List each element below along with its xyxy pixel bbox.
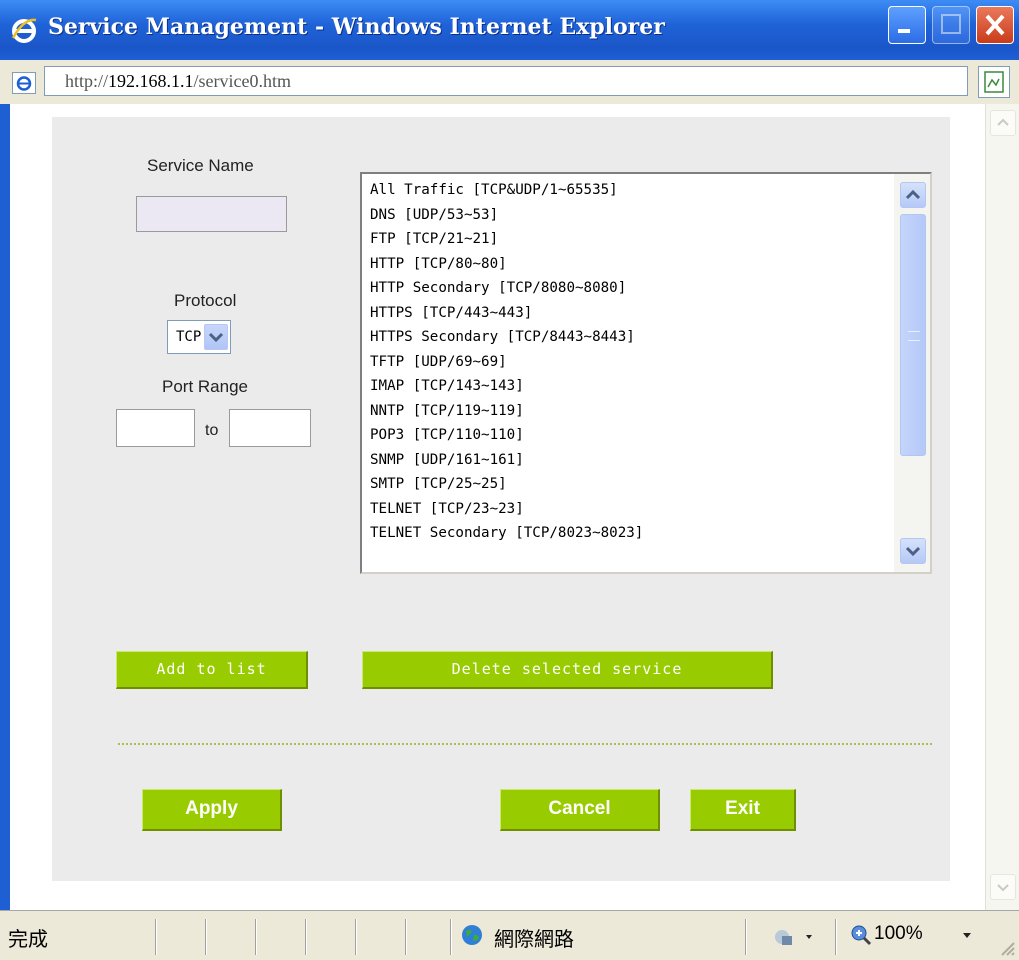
minimize-icon [898, 29, 910, 33]
zoom-level[interactable]: 100% [874, 923, 923, 945]
service-list-item[interactable]: HTTPS Secondary [TCP/8443~8443] [370, 325, 643, 350]
port-to-label: to [205, 422, 219, 439]
status-separator [255, 919, 257, 955]
service-list-item[interactable]: HTTPS [TCP/443~443] [370, 301, 643, 326]
status-separator [355, 919, 357, 955]
ie-logo-icon [11, 18, 37, 43]
service-name-input[interactable] [136, 196, 287, 232]
service-list-item[interactable]: TELNET Secondary [TCP/8023~8023] [370, 521, 643, 546]
status-separator [835, 919, 837, 955]
scroll-up-button[interactable] [900, 182, 926, 208]
status-separator [205, 919, 207, 955]
service-list-item[interactable]: SNMP [UDP/161~161] [370, 448, 643, 473]
protocol-label: Protocol [174, 291, 237, 310]
status-bar: 完成 網際網路 100% [0, 910, 1019, 960]
service-list-item[interactable]: FTP [TCP/21~21] [370, 227, 643, 252]
compatibility-view-button[interactable] [978, 66, 1010, 98]
status-separator [305, 919, 307, 955]
page-icon [984, 71, 1004, 93]
close-icon [985, 14, 1005, 36]
chevron-up-icon [905, 189, 921, 200]
grip-icon [908, 331, 920, 341]
cancel-button[interactable]: Cancel [500, 789, 660, 831]
status-separator [405, 919, 407, 955]
listbox-scrollbar[interactable] [894, 174, 930, 572]
close-button[interactable] [976, 6, 1014, 44]
page-scroll-up-button[interactable] [990, 110, 1016, 136]
protocol-value: TCP [176, 329, 202, 345]
minimize-button[interactable] [888, 6, 926, 44]
chevron-down-icon[interactable] [204, 324, 228, 350]
page-scrollbar[interactable] [985, 104, 1019, 910]
maximize-icon [941, 14, 961, 34]
window-title: Service Management - Windows Internet Ex… [48, 14, 665, 40]
zoom-icon [851, 925, 872, 946]
status-separator [745, 919, 747, 955]
service-list: All Traffic [TCP&UDP/1~65535] DNS [UDP/53… [370, 178, 643, 546]
protected-mode-button[interactable] [770, 925, 826, 949]
service-list-item[interactable]: SMTP [TCP/25~25] [370, 472, 643, 497]
chevron-up-icon [997, 118, 1009, 126]
add-to-list-button[interactable]: Add to list [116, 651, 308, 689]
security-zone: 網際網路 [494, 929, 574, 951]
title-bar: Service Management - Windows Internet Ex… [0, 0, 1019, 61]
scroll-down-button[interactable] [900, 538, 926, 564]
url-field[interactable]: http://192.168.1.1/service0.htm [44, 66, 968, 96]
status-separator [450, 919, 452, 955]
port-to-input[interactable] [229, 409, 311, 447]
service-listbox[interactable]: All Traffic [TCP&UDP/1~65535] DNS [UDP/53… [360, 172, 932, 574]
status-text: 完成 [8, 929, 48, 951]
port-range-label: Port Range [162, 377, 248, 396]
service-list-item[interactable]: POP3 [TCP/110~110] [370, 423, 643, 448]
service-list-item[interactable]: DNS [UDP/53~53] [370, 203, 643, 228]
service-list-item[interactable]: All Traffic [TCP&UDP/1~65535] [370, 178, 643, 203]
exit-button[interactable]: Exit [690, 789, 796, 831]
page-content: Service Name Protocol TCP Port Range to … [10, 104, 985, 910]
lock-globe-icon [775, 930, 812, 945]
globe-icon [462, 925, 482, 945]
resize-grip-icon[interactable] [996, 937, 1016, 957]
status-separator [155, 919, 157, 955]
address-bar: http://192.168.1.1/service0.htm [0, 60, 1019, 105]
page-scroll-down-button[interactable] [990, 874, 1016, 900]
apply-button[interactable]: Apply [142, 789, 282, 831]
service-list-item[interactable]: TFTP [UDP/69~69] [370, 350, 643, 375]
delete-selected-service-button[interactable]: Delete selected service [362, 651, 773, 689]
window-frame [0, 104, 10, 910]
chevron-down-icon [997, 884, 1009, 892]
scroll-thumb[interactable] [900, 214, 926, 456]
service-list-item[interactable]: NNTP [TCP/119~119] [370, 399, 643, 424]
service-list-item[interactable]: HTTP [TCP/80~80] [370, 252, 643, 277]
service-name-label: Service Name [147, 156, 254, 175]
service-list-item[interactable]: TELNET [TCP/23~23] [370, 497, 643, 522]
service-list-item[interactable]: IMAP [TCP/143~143] [370, 374, 643, 399]
port-from-input[interactable] [116, 409, 195, 447]
chevron-down-icon[interactable] [960, 929, 974, 941]
ie-page-icon [12, 72, 36, 94]
maximize-button[interactable] [932, 6, 970, 44]
divider [118, 743, 932, 745]
chevron-down-icon [905, 546, 921, 557]
protocol-select[interactable]: TCP [167, 320, 231, 354]
url-prefix: http:// [65, 71, 109, 91]
url-host: 192.168.1.1 [108, 71, 194, 91]
service-list-item[interactable]: HTTP Secondary [TCP/8080~8080] [370, 276, 643, 301]
url-path: /service0.htm [193, 71, 291, 91]
